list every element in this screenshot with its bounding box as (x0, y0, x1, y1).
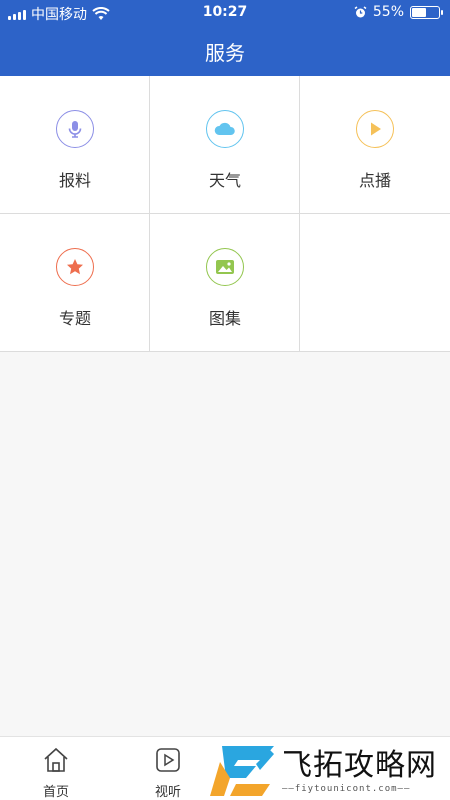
service-label: 专题 (58, 309, 91, 328)
tab-media[interactable]: 视听 (128, 737, 208, 800)
service-grid: 报料 天气 点播 专题 图集 (0, 76, 450, 352)
service-label: 点播 (358, 171, 391, 190)
page-title: 服务 (205, 41, 245, 65)
home-icon (44, 747, 68, 772)
service-item-weather[interactable]: 天气 (150, 76, 300, 214)
play-icon (356, 110, 394, 148)
watermark: 飞拓攻略网 ——fiytounicont.com—— (200, 738, 450, 800)
service-item-report[interactable]: 报料 (0, 76, 150, 214)
service-item-topic[interactable]: 专题 (0, 214, 150, 352)
service-label: 天气 (208, 171, 241, 190)
service-label: 图集 (208, 309, 241, 328)
tab-label: 视听 (154, 785, 181, 800)
tab-home[interactable]: 首页 (16, 737, 96, 800)
battery-icon (410, 5, 443, 19)
empty-cell (300, 214, 450, 352)
service-label: 报料 (58, 171, 91, 190)
service-item-vod[interactable]: 点播 (300, 76, 450, 214)
watermark-text: 飞拓攻略网 (282, 748, 437, 783)
alarm-icon (354, 5, 367, 17)
play-box-icon (156, 748, 180, 772)
header-bar: 中国移动 10:27 55% 服务 (0, 0, 450, 76)
tab-label: 首页 (42, 785, 69, 800)
image-icon (206, 248, 244, 286)
microphone-icon (56, 110, 94, 148)
status-bar: 中国移动 10:27 55% (0, 0, 450, 25)
service-item-gallery[interactable]: 图集 (150, 214, 300, 352)
cloud-icon (206, 110, 244, 148)
star-icon (56, 248, 94, 286)
watermark-subtext: ——fiytounicont.com—— (282, 784, 411, 794)
watermark-logo (210, 746, 274, 796)
battery-percent: 55% (372, 4, 404, 20)
